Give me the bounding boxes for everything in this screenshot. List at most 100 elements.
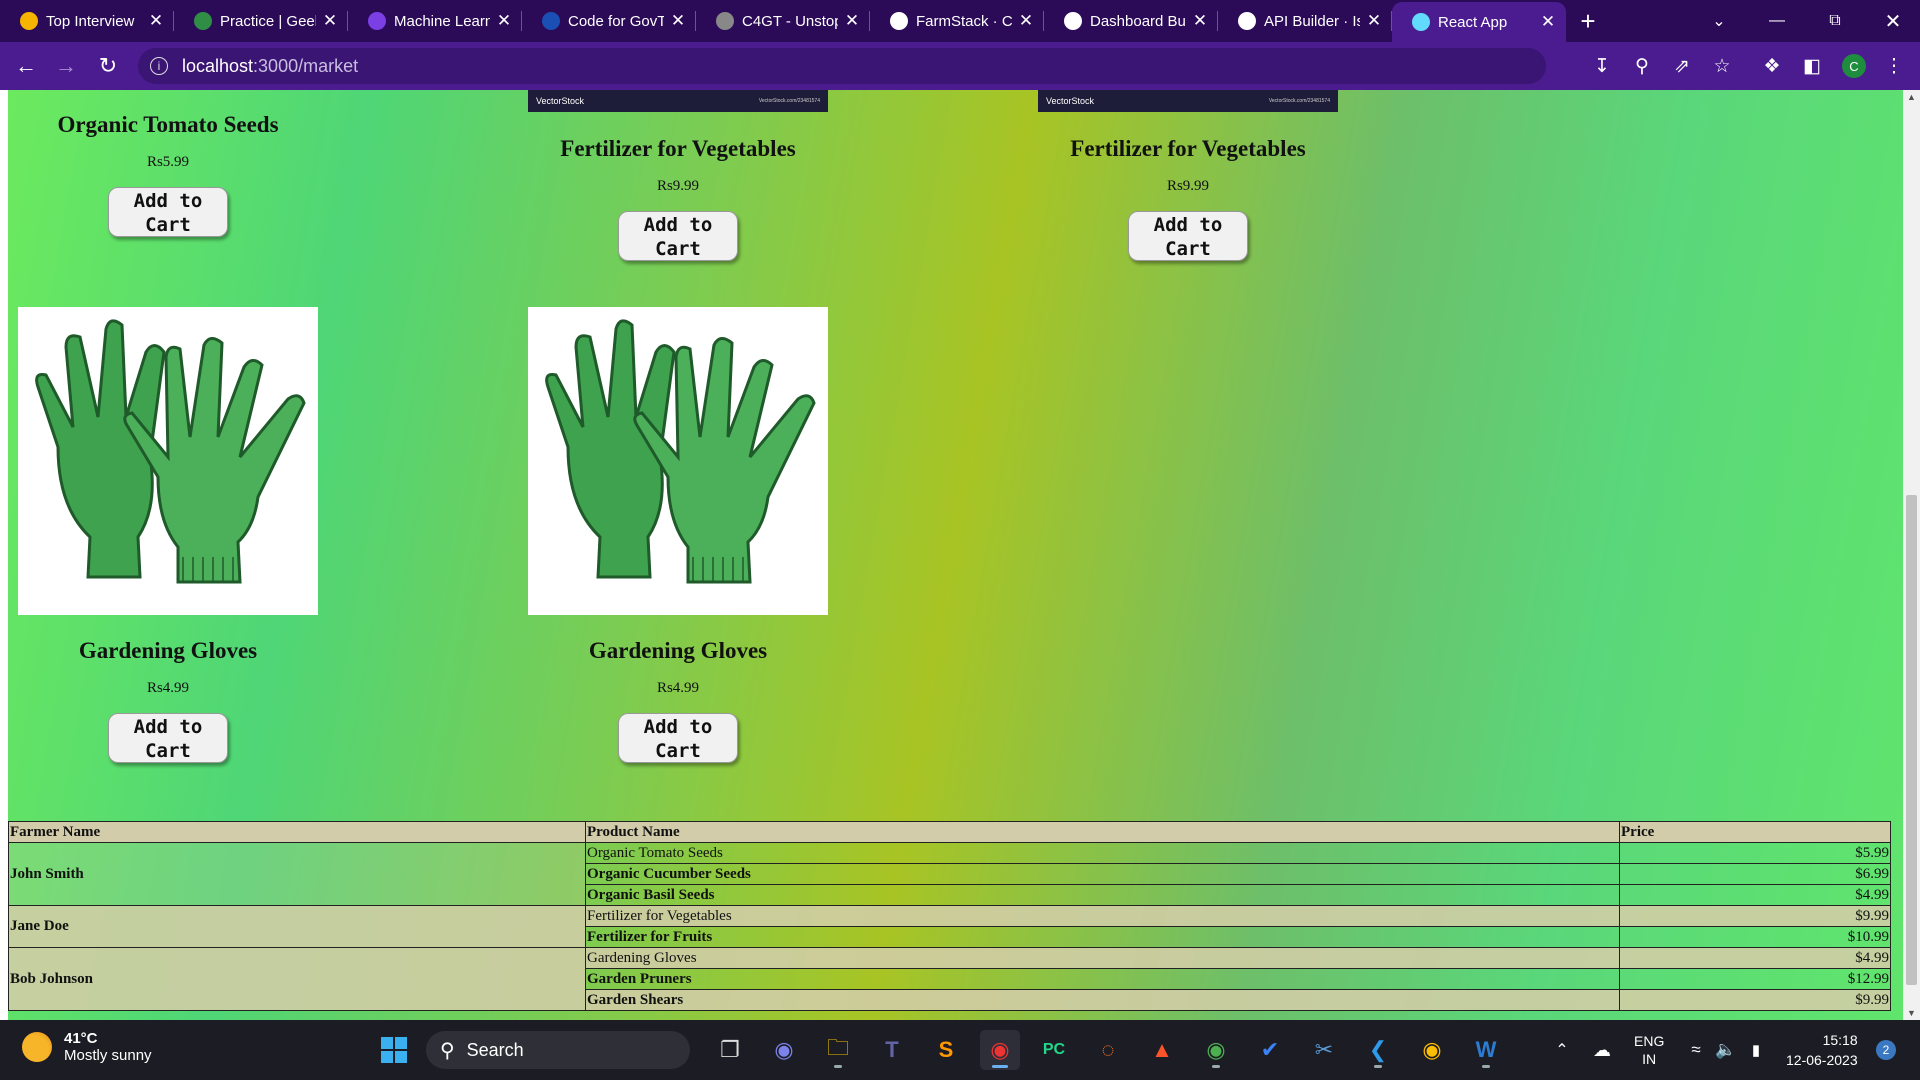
running-indicator: [992, 1065, 1008, 1068]
reload-icon[interactable]: ↻: [88, 46, 128, 86]
onedrive-icon[interactable]: ☁: [1582, 1030, 1622, 1070]
page-scrollbar[interactable]: ▲ ▼: [1903, 90, 1920, 1020]
minimize-button[interactable]: —: [1748, 0, 1806, 42]
brave-icon[interactable]: ▲: [1142, 1030, 1182, 1070]
todo-icon[interactable]: ✔: [1250, 1030, 1290, 1070]
product-name-cell: Organic Tomato Seeds: [585, 842, 1620, 864]
snipping-tool-icon[interactable]: ✂: [1304, 1030, 1344, 1070]
bookmark-star-icon[interactable]: ☆: [1704, 48, 1740, 84]
teams-icon[interactable]: T: [872, 1030, 912, 1070]
windows-logo-icon: [381, 1037, 407, 1063]
weather-widget[interactable]: 41°C Mostly sunny: [22, 1030, 152, 1064]
clock[interactable]: 15:18 12-06-2023: [1786, 1030, 1858, 1070]
scroll-up-icon[interactable]: ▲: [1903, 92, 1920, 102]
browser-tab[interactable]: FarmStack · Cc ✕: [870, 0, 1044, 42]
tab-search-button[interactable]: ⌄: [1690, 0, 1748, 42]
notification-badge[interactable]: 2: [1876, 1040, 1896, 1060]
language-indicator[interactable]: ENG IN: [1634, 1032, 1664, 1068]
battery-icon[interactable]: ▮: [1736, 1030, 1776, 1070]
close-tab-icon[interactable]: ✕: [322, 11, 338, 31]
add-to-cart-button[interactable]: Add to Cart: [618, 713, 738, 763]
close-tab-icon[interactable]: ✕: [844, 11, 860, 31]
restore-button[interactable]: ⧉: [1806, 0, 1864, 42]
gloves-illustration: [545, 319, 816, 584]
add-to-cart-button[interactable]: Add to Cart: [108, 187, 228, 237]
close-tab-icon[interactable]: ✕: [1540, 12, 1556, 32]
temperature: 41°C: [64, 1030, 98, 1047]
price-cell: $4.99: [1619, 884, 1891, 906]
menu-icon[interactable]: ⋮: [1876, 48, 1912, 84]
tab-title: API Builder · Is: [1264, 12, 1360, 30]
browser-tab[interactable]: Practice | Geel ✕: [174, 0, 348, 42]
sublime-text-icon[interactable]: S: [926, 1030, 966, 1070]
close-tab-icon[interactable]: ✕: [1018, 11, 1034, 31]
clock-time: 15:18: [1822, 1032, 1858, 1048]
jupyter-icon[interactable]: ◌: [1088, 1030, 1128, 1070]
scroll-down-icon[interactable]: ▼: [1903, 1008, 1920, 1018]
github-icon: [1238, 12, 1256, 30]
chrome-icon[interactable]: ◉: [980, 1030, 1020, 1070]
chrome-alt-icon[interactable]: ◉: [1412, 1030, 1452, 1070]
new-tab-button[interactable]: +: [1566, 0, 1610, 42]
vscode-icon[interactable]: ❮: [1358, 1030, 1398, 1070]
react-icon: [1412, 13, 1430, 31]
chat-icon[interactable]: ◉: [764, 1030, 804, 1070]
install-app-icon[interactable]: ↧: [1584, 48, 1620, 84]
product-image-fertilizer-2: VectorStock VectorStock.com/23481574: [1038, 90, 1338, 112]
add-to-cart-button[interactable]: Add to Cart: [108, 713, 228, 763]
chrome-profile-icon[interactable]: ◉: [1196, 1030, 1236, 1070]
product-image-fertilizer-1: VectorStock VectorStock.com/23481574: [528, 90, 828, 112]
taskbar-search[interactable]: ⚲ Search: [426, 1031, 690, 1069]
tab-title: Machine Learn: [394, 12, 490, 30]
close-tab-icon[interactable]: ✕: [670, 11, 686, 31]
show-hidden-icons-icon[interactable]: ⌃: [1542, 1030, 1582, 1070]
product-card: Fertilizer for Vegetables Rs9.99 Add to …: [528, 136, 828, 261]
pycharm-icon[interactable]: PC: [1034, 1030, 1074, 1070]
browser-tab[interactable]: React App ✕: [1392, 2, 1566, 42]
add-to-cart-button[interactable]: Add to Cart: [618, 211, 738, 261]
side-panel-icon[interactable]: ◧: [1794, 48, 1830, 84]
product-name-cell: Gardening Gloves: [585, 947, 1620, 969]
file-explorer-icon[interactable]: 🗀: [818, 1030, 858, 1070]
browser-tab[interactable]: Top Interview ✕: [0, 0, 174, 42]
gloves-illustration: [35, 319, 306, 584]
product-name: Organic Tomato Seeds: [57, 112, 279, 137]
close-tab-icon[interactable]: ✕: [1192, 11, 1208, 31]
word-icon[interactable]: W: [1466, 1030, 1506, 1070]
farmer-name: Jane Doe: [8, 905, 586, 948]
browser-tab[interactable]: Dashboard Bu ✕: [1044, 0, 1218, 42]
product-name-cell: Fertilizer for Vegetables: [585, 905, 1620, 927]
start-icon[interactable]: [374, 1030, 414, 1070]
tab-strip: Top Interview ✕ Practice | Geel ✕ Machine Le…: [0, 0, 1920, 42]
browser-toolbar: ← → ↻ i localhost:3000/market ↧ ⚲ ⇗ ☆ ❖ …: [0, 42, 1920, 90]
browser-tab[interactable]: API Builder · Is ✕: [1218, 0, 1392, 42]
close-window-button[interactable]: ✕: [1864, 0, 1920, 42]
back-icon[interactable]: ←: [6, 46, 46, 86]
scrollbar-thumb[interactable]: [1906, 495, 1917, 985]
browser-tab[interactable]: Code for GovT ✕: [522, 0, 696, 42]
browser-tab[interactable]: C4GT - Unstop ✕: [696, 0, 870, 42]
add-to-cart-button[interactable]: Add to Cart: [1128, 211, 1248, 261]
tab-title: Code for GovT: [568, 12, 664, 30]
search-label: Search: [466, 1039, 524, 1060]
browser-tab[interactable]: Machine Learn ✕: [348, 0, 522, 42]
profile-avatar[interactable]: C: [1842, 54, 1866, 78]
extensions-icon[interactable]: ❖: [1754, 48, 1790, 84]
zoom-icon[interactable]: ⚲: [1624, 48, 1660, 84]
close-tab-icon[interactable]: ✕: [1366, 11, 1382, 31]
table-row: John Smith Organic Tomato Seeds $5.99: [8, 842, 1891, 906]
address-bar[interactable]: i localhost:3000/market: [138, 48, 1546, 84]
product-price: Rs9.99: [1166, 178, 1210, 194]
task-view-icon[interactable]: ❐: [710, 1030, 750, 1070]
product-price: Rs4.99: [146, 680, 190, 696]
product-price: Rs5.99: [146, 154, 190, 170]
close-tab-icon[interactable]: ✕: [148, 11, 164, 31]
product-name: Fertilizer for Vegetables: [560, 136, 796, 161]
unstop-icon: [368, 12, 386, 30]
forward-icon[interactable]: →: [46, 46, 86, 86]
site-info-icon[interactable]: i: [150, 57, 168, 75]
weather-sun-icon: [22, 1032, 52, 1062]
close-tab-icon[interactable]: ✕: [496, 11, 512, 31]
share-icon[interactable]: ⇗: [1664, 48, 1700, 84]
windows-taskbar: 41°C Mostly sunny ⚲ Search ❐ ◉ 🗀 T S ◉ P…: [0, 1020, 1920, 1080]
